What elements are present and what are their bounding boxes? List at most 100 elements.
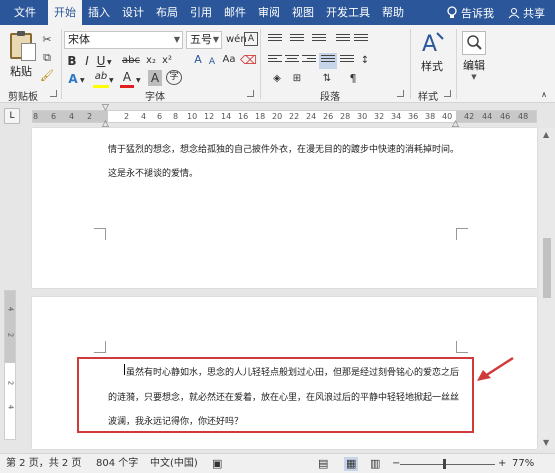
editing-label: 编辑 [463,59,485,72]
horizontal-ruler: L 8 6 4 2 2 4 6 8 10 12 14 16 18 20 22 2… [0,104,555,129]
tab-file[interactable]: 文件 [8,0,42,25]
increase-indent-icon[interactable] [354,34,368,46]
ruler-tick: 32 [374,112,385,121]
zoom-slider[interactable] [400,464,495,465]
styles-button[interactable]: A 样式 [416,29,448,74]
macro-icon[interactable]: ▣ [212,457,222,471]
ribbon-home: 粘贴 ✂ ⧉ 🖌 剪贴板 宋体 ▼ 五号 ▼ wén A B I U ▼ abc… [0,25,555,103]
align-center-icon[interactable] [285,55,299,67]
tab-help[interactable]: 帮助 [376,0,410,25]
enclose-char-icon[interactable]: 字 [166,70,182,85]
phonetic-guide-icon[interactable]: wén [226,32,247,48]
clipboard-launcher-icon[interactable] [50,90,57,97]
chevron-down-icon[interactable]: ▼ [80,73,85,89]
change-case-icon[interactable]: Aa [222,52,236,68]
shading-icon[interactable]: ◈ [270,71,284,87]
bullets-icon[interactable] [268,34,282,46]
tab-insert[interactable]: 插入 [82,0,116,25]
format-painter-icon[interactable]: 🖌 [40,69,54,83]
crop-mark [456,228,468,240]
word-count[interactable]: 804 个字 [96,457,138,471]
font-name-select[interactable]: 宋体 ▼ [64,31,183,49]
font-name-value: 宋体 [68,33,90,46]
cut-icon[interactable]: ✂ [40,33,54,47]
ruler-tick: 48 [518,112,529,121]
paste-button[interactable]: 粘贴 [6,31,36,85]
tell-me-box[interactable]: 告诉我 [438,5,502,21]
language-status[interactable]: 中文(中国) [150,457,198,471]
line-spacing-icon[interactable]: ↕ [358,53,372,69]
numbering-icon[interactable] [290,34,304,46]
ruler-tick: 16 [238,112,249,121]
paragraph-launcher-icon[interactable] [397,90,404,97]
editing-button[interactable]: 编辑 ▼ [460,31,488,81]
clear-formatting-icon[interactable]: ⌫ [240,52,257,68]
document-page-1[interactable]: 情于猛烈的想念，想念给孤独的自己披件外衣，在漫无目的的踱步中快速的消耗掉时间。 … [32,128,537,288]
pilcrow-icon[interactable]: ¶ [346,71,360,87]
text-effects-icon[interactable]: A [66,71,80,87]
strikethrough-icon[interactable]: abc [120,53,142,69]
tab-home[interactable]: 开始 [48,0,82,25]
chevron-down-icon: ▼ [212,35,219,44]
grow-font-icon[interactable]: A [191,52,205,68]
styles-launcher-icon[interactable] [444,90,451,97]
underline-icon[interactable]: U [96,53,106,69]
distributed-icon[interactable] [340,55,354,67]
vertical-scrollbar[interactable]: ▲ ▼ [539,128,555,449]
tab-review[interactable]: 审阅 [252,0,286,25]
tab-mailings[interactable]: 邮件 [218,0,252,25]
superscript-icon[interactable]: x² [160,53,174,69]
font-color-icon[interactable]: A [120,69,134,85]
tab-selector[interactable]: L [4,108,20,124]
ruler-tick: 24 [306,112,317,121]
print-layout-icon[interactable]: ▦ [344,457,359,471]
tab-developer[interactable]: 开发工具 [320,0,376,25]
justify-icon[interactable] [319,53,337,69]
copy-icon[interactable]: ⧉ [40,51,54,65]
char-border-icon[interactable]: A [244,32,258,46]
tab-references[interactable]: 引用 [184,0,218,25]
page-count[interactable]: 第 2 页，共 2 页 [6,457,81,471]
group-separator [260,29,261,99]
styles-label: 样式 [421,60,443,73]
decrease-indent-icon[interactable] [336,34,350,46]
italic-icon[interactable]: I [82,53,92,69]
read-mode-icon[interactable]: ▤ [318,457,328,471]
scroll-down-icon[interactable]: ▼ [543,438,549,447]
chevron-down-icon[interactable]: ▼ [136,73,141,89]
char-shading-icon[interactable]: A [148,70,162,86]
chevron-down-icon[interactable]: ▼ [109,73,114,89]
zoom-in-button[interactable]: + [498,457,506,471]
highlight-icon[interactable]: ab [93,69,109,85]
ruler-tick: 38 [425,112,436,121]
tab-view[interactable]: 视图 [286,0,320,25]
zoom-level[interactable]: 77% [512,457,534,471]
subscript-icon[interactable]: x₂ [144,53,158,69]
ruler-tick: 40 [442,112,453,121]
tab-design[interactable]: 设计 [116,0,150,25]
multilevel-list-icon[interactable] [312,34,326,46]
collapse-ribbon-icon[interactable]: ∧ [538,87,550,103]
borders-icon[interactable]: ⊞ [290,71,304,87]
paragraph-line: 这是永不褪谈的爱情。 [108,169,199,179]
zoom-slider-thumb[interactable] [443,459,446,469]
align-right-icon[interactable] [302,55,316,67]
ruler-tick: 6 [157,112,163,121]
font-size-select[interactable]: 五号 ▼ [186,31,222,49]
shrink-font-icon[interactable]: A [207,54,217,70]
ruler-tick: 14 [221,112,232,121]
scroll-thumb[interactable] [543,238,551,298]
first-line-indent-marker[interactable]: ▽ [102,104,109,113]
bold-icon[interactable]: B [66,53,78,69]
font-launcher-icon[interactable] [247,90,254,97]
sort-icon[interactable]: ⇅ [320,71,334,87]
ruler-tick: 28 [340,112,351,121]
scroll-up-icon[interactable]: ▲ [543,130,549,139]
group-label-clipboard: 剪贴板 [8,92,38,103]
tab-layout[interactable]: 布局 [150,0,184,25]
vruler-tick: 2 [6,380,15,386]
clipboard-icon [10,31,36,61]
share-button[interactable]: 共享 [502,5,555,21]
align-left-icon[interactable] [268,55,282,67]
web-layout-icon[interactable]: ▥ [370,457,380,471]
